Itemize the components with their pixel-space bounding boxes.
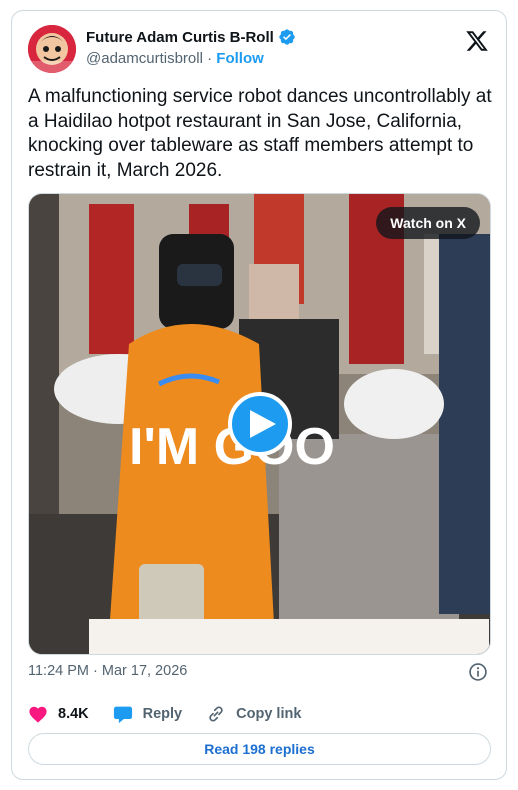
account-handle[interactable]: @adamcurtisbroll [86,50,203,67]
x-logo-icon[interactable] [464,29,490,53]
name-row: Future Adam Curtis B-Roll [86,28,296,46]
play-button[interactable] [228,392,292,456]
follow-button[interactable]: Follow [216,50,264,67]
tweet-text: A malfunctioning service robot dances un… [28,86,492,181]
verified-badge-icon [279,29,295,45]
like-count: 8.4K [58,706,89,722]
action-bar: 8.4K Reply Copy link [28,703,325,725]
read-replies-button[interactable]: Read 198 replies [28,733,491,765]
info-icon[interactable] [468,662,488,682]
play-icon [250,410,276,438]
reply-bubble-icon [113,706,132,723]
tweet-header: Future Adam Curtis B-Roll @adamcurtisbro… [28,25,490,73]
heart-icon [29,706,47,723]
tweet-card: Future Adam Curtis B-Roll @adamcurtisbro… [11,10,507,780]
display-name[interactable]: Future Adam Curtis B-Roll [86,29,274,46]
watch-on-x-button[interactable]: Watch on X [376,207,480,239]
reply-label: Reply [142,706,183,722]
tweet-timestamp[interactable]: 11:24 PM · Mar 17, 2026 [28,663,187,679]
link-icon [209,706,223,722]
reply-button[interactable]: Reply [113,705,183,724]
avatar-image [28,25,76,73]
like-button[interactable]: 8.4K [28,705,89,723]
copy-link-label: Copy link [236,706,302,722]
avatar[interactable] [28,25,76,73]
handle-row: @adamcurtisbroll · Follow [86,50,264,67]
video-player[interactable]: I'M GOO Watch on X [28,193,491,655]
copy-link-button[interactable]: Copy link [206,704,301,724]
separator-dot: · [207,50,213,67]
